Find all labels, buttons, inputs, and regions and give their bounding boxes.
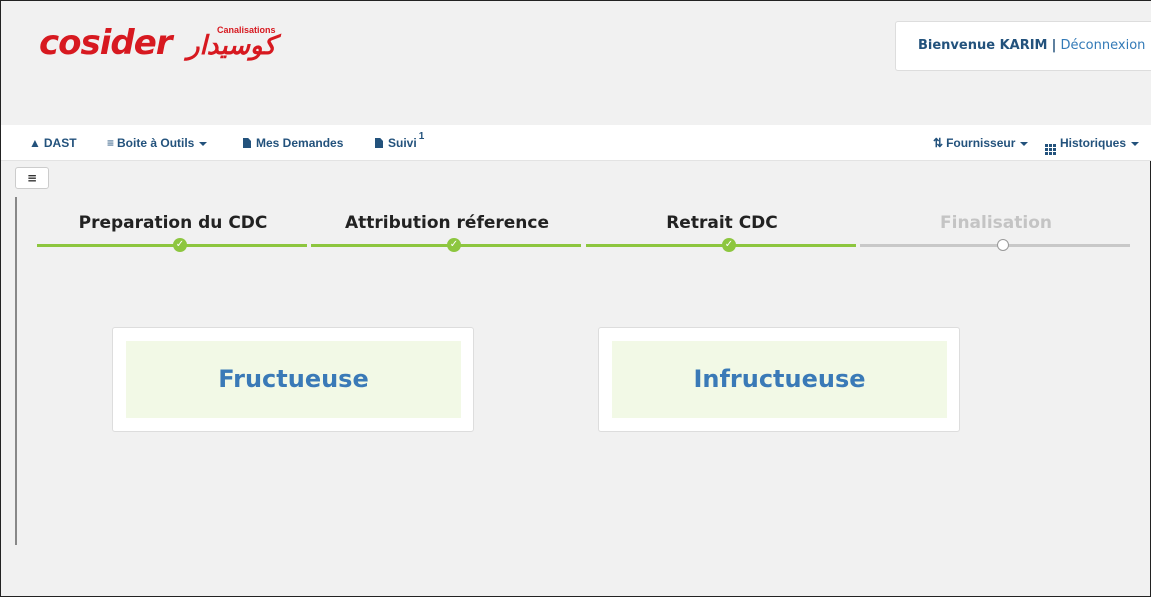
choice-card-failure: Infructueuse (598, 327, 960, 432)
align-icon: ≡ (26, 171, 38, 185)
logo-arabic: كوسيدار (187, 31, 276, 61)
main-navbar: ▲ DAST ≡ Boite à Outils Mes Demandes Suivi… (1, 125, 1151, 161)
sidebar-edge (15, 197, 17, 545)
step-label: Attribution réference (344, 213, 549, 233)
nav-tracking[interactable]: Suivi 1 (375, 125, 424, 161)
infructueuse-button[interactable]: Infructueuse (612, 341, 947, 418)
fructueuse-button[interactable]: Fructueuse (126, 341, 461, 418)
check-icon: ✓ (447, 238, 461, 252)
page-header: cosider Canalisations كوسيدار Bienvenue … (1, 1, 1151, 125)
step-attribution: Attribution réference ✓ (311, 203, 583, 263)
step-retrait: Retrait CDC ✓ (586, 203, 858, 263)
step-bar (311, 244, 581, 247)
step-label: Finalisation (940, 213, 1052, 233)
chevron-down-icon (199, 141, 208, 146)
user-box: Bienvenue KARIM | Déconnexion (895, 21, 1151, 71)
user-separator: | (1051, 38, 1057, 53)
nav-tracking-label: Suivi (388, 136, 417, 150)
grid-icon (1045, 144, 1056, 155)
menu-icon: ≡ (107, 136, 115, 150)
nav-requests[interactable]: Mes Demandes (243, 125, 343, 161)
tracking-badge: 1 (418, 131, 425, 142)
sidebar-toggle-button[interactable]: ≡ (15, 167, 49, 189)
step-label: Retrait CDC (666, 213, 778, 233)
nav-history-dropdown[interactable]: Historiques (1045, 125, 1140, 161)
logo-latin: cosider (39, 23, 173, 63)
sort-icon: ⇅ (933, 136, 944, 150)
chevron-down-icon (1020, 141, 1029, 146)
step-bar (37, 244, 307, 247)
step-label: Preparation du CDC (78, 213, 268, 233)
check-icon: ✓ (173, 238, 187, 252)
nav-requests-label: Mes Demandes (256, 136, 344, 150)
cosider-logo[interactable]: cosider Canalisations كوسيدار (39, 21, 299, 71)
home-icon: ▲ (29, 136, 41, 150)
nav-tools-dropdown[interactable]: ≡ Boite à Outils (107, 125, 208, 161)
progress-steps: Preparation du CDC ✓ Attribution réferen… (37, 203, 1133, 263)
welcome-text: Bienvenue KARIM (918, 38, 1048, 53)
step-finalisation: Finalisation (860, 203, 1132, 263)
nav-tools-label: Boite à Outils (117, 136, 195, 150)
nav-home[interactable]: ▲ DAST (29, 125, 77, 161)
step-preparation: Preparation du CDC ✓ (37, 203, 309, 263)
nav-supplier-dropdown[interactable]: ⇅ Fournisseur (933, 125, 1029, 161)
nav-home-label: DAST (43, 136, 77, 150)
chevron-down-icon (1131, 141, 1140, 146)
check-icon: ✓ (722, 238, 736, 252)
step-bar (586, 244, 856, 247)
file-icon (243, 138, 251, 148)
step-bar (860, 244, 1130, 247)
nav-history-label: Historiques (1060, 136, 1127, 150)
logout-link[interactable]: Déconnexion (1061, 38, 1146, 53)
nav-supplier-label: Fournisseur (946, 136, 1016, 150)
file-icon (375, 138, 383, 148)
choice-card-success: Fructueuse (112, 327, 474, 432)
pending-circle-icon (997, 239, 1009, 251)
